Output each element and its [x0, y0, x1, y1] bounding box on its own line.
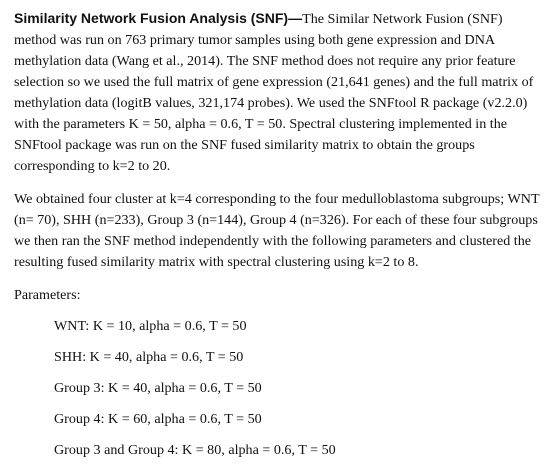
paragraph-snf-method: Similarity Network Fusion Analysis (SNF)…	[14, 8, 548, 177]
document-page: Similarity Network Fusion Analysis (SNF)…	[14, 8, 548, 471]
parameter-item-group-3-and-4: Group 3 and Group 4: K = 80, alpha = 0.6…	[54, 442, 336, 458]
paragraph-snf-method-body: The Similar Network Fusion (SNF) method …	[14, 11, 534, 174]
parameter-item-wnt: WNT: K = 10, alpha = 0.6, T = 50	[54, 318, 247, 334]
paragraph-clusters: We obtained four cluster at k=4 correspo…	[14, 191, 540, 270]
section-heading: Similarity Network Fusion Analysis (SNF)…	[14, 10, 303, 26]
parameter-item-group-3: Group 3: K = 40, alpha = 0.6, T = 50	[54, 380, 262, 396]
parameters-label: Parameters:	[14, 287, 81, 303]
parameter-item-group-4: Group 4: K = 60, alpha = 0.6, T = 50	[54, 411, 262, 427]
parameter-item-shh: SHH: K = 40, alpha = 0.6, T = 50	[54, 349, 244, 365]
